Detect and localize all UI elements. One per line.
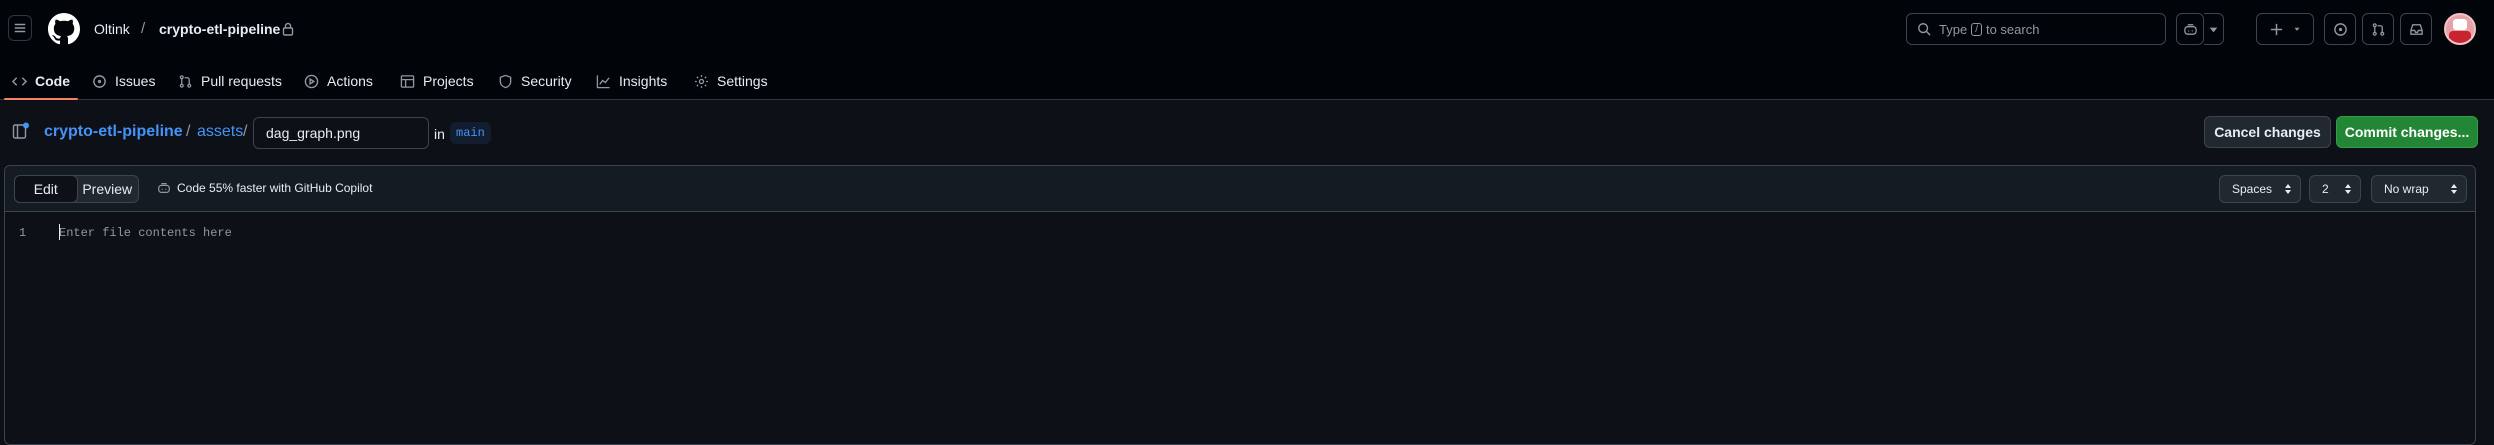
tab-label: Code <box>35 73 70 89</box>
search-shortcut-key: / <box>1971 22 1982 36</box>
shield-icon <box>499 74 512 88</box>
hamburger-icon <box>14 23 26 33</box>
lock-icon <box>282 22 294 36</box>
edit-tab[interactable]: Edit <box>14 175 78 203</box>
pull-requests-button[interactable] <box>2362 13 2394 45</box>
git-pull-request-icon <box>2372 22 2384 36</box>
owner-link[interactable]: Oltink <box>94 20 130 38</box>
search-placeholder-prefix: Type <box>1939 21 1968 37</box>
tab-settings[interactable]: Settings <box>694 62 768 100</box>
issue-opened-icon <box>2333 22 2347 36</box>
inbox-icon <box>2409 23 2423 35</box>
tab-label: Settings <box>717 73 768 89</box>
filename-input[interactable] <box>253 117 429 149</box>
gear-icon <box>694 74 709 88</box>
play-icon <box>304 74 319 88</box>
assets-folder-link[interactable]: assets <box>197 122 243 142</box>
indent-mode-value: Spaces <box>2232 182 2273 196</box>
search-icon <box>1918 23 1931 36</box>
tab-label: Insights <box>619 73 668 89</box>
inbox-button[interactable] <box>2400 13 2432 45</box>
tab-actions[interactable]: Actions <box>304 62 373 100</box>
tab-pull-requests[interactable]: Pull requests <box>178 62 282 100</box>
file-edit-bar: crypto-etl-pipeline / assets / in main C… <box>0 100 2494 164</box>
copilot-promo-text: Code 55% faster with GitHub Copilot <box>177 181 373 195</box>
tab-label: Issues <box>115 73 156 89</box>
editor-content-area[interactable]: Enter file contents here <box>59 226 232 240</box>
edit-preview-toggle: Edit Preview <box>14 175 139 203</box>
indent-size-select[interactable]: 2 <box>2309 175 2361 203</box>
sidebar-expand-icon[interactable] <box>12 122 30 140</box>
copilot-button[interactable] <box>2176 13 2204 45</box>
path-separator: / <box>243 123 248 140</box>
repo-nav-tabs: Code Issues Pull requests Actions Projec… <box>0 62 2494 100</box>
user-avatar[interactable] <box>2444 13 2476 45</box>
breadcrumb-separator: / <box>141 20 146 37</box>
triangle-down-icon <box>2209 27 2218 32</box>
repo-link[interactable]: crypto-etl-pipeline <box>159 20 280 38</box>
search-input[interactable]: Type / to search <box>1906 13 2166 45</box>
issue-icon <box>93 74 106 88</box>
path-separator: / <box>186 123 191 140</box>
repo-breadcrumb-link[interactable]: crypto-etl-pipeline <box>44 122 183 142</box>
tab-label: Pull requests <box>201 73 282 89</box>
commit-changes-button[interactable]: Commit changes... <box>2336 116 2478 148</box>
preview-tab[interactable]: Preview <box>77 176 139 202</box>
file-editor: Edit Preview Code 55% faster with GitHub… <box>4 165 2476 445</box>
select-caret-icon <box>2345 184 2351 194</box>
issues-button[interactable] <box>2324 13 2356 45</box>
table-icon <box>400 74 415 88</box>
copilot-promo[interactable]: Code 55% faster with GitHub Copilot <box>157 181 372 195</box>
wrap-mode-select[interactable]: No wrap <box>2371 175 2467 203</box>
tab-label: Security <box>521 73 572 89</box>
copilot-icon <box>2183 23 2197 35</box>
copilot-icon <box>158 183 170 193</box>
indent-size-value: 2 <box>2322 182 2329 196</box>
global-header: Oltink / crypto-etl-pipeline Type / to s… <box>0 0 2494 100</box>
tab-insights[interactable]: Insights <box>596 62 667 100</box>
graph-icon <box>596 74 610 88</box>
copilot-dropdown-button[interactable] <box>2204 13 2224 45</box>
plus-icon <box>2270 23 2282 35</box>
line-number: 1 <box>19 226 27 240</box>
branch-in-label: in <box>434 126 445 142</box>
tab-issues[interactable]: Issues <box>92 62 155 100</box>
tab-code[interactable]: Code <box>4 62 78 100</box>
branch-badge: main <box>450 122 491 144</box>
code-icon <box>12 76 27 86</box>
editor-toolbar: Edit Preview Code 55% faster with GitHub… <box>5 166 2475 212</box>
github-logo-icon[interactable] <box>48 13 80 45</box>
tab-label: Projects <box>423 73 474 89</box>
wrap-mode-value: No wrap <box>2384 182 2429 196</box>
pull-request-icon <box>179 74 192 88</box>
triangle-down-icon <box>2294 27 2299 31</box>
search-placeholder-suffix: to search <box>1985 21 2040 37</box>
select-caret-icon <box>2451 184 2457 194</box>
menu-button[interactable] <box>8 15 32 41</box>
select-caret-icon <box>2285 184 2291 194</box>
indent-mode-select[interactable]: Spaces <box>2219 175 2301 203</box>
tab-projects[interactable]: Projects <box>400 62 474 100</box>
cancel-changes-button[interactable]: Cancel changes <box>2204 116 2331 148</box>
tab-label: Actions <box>327 73 373 89</box>
create-new-button[interactable] <box>2256 13 2314 45</box>
tab-security[interactable]: Security <box>498 62 572 100</box>
